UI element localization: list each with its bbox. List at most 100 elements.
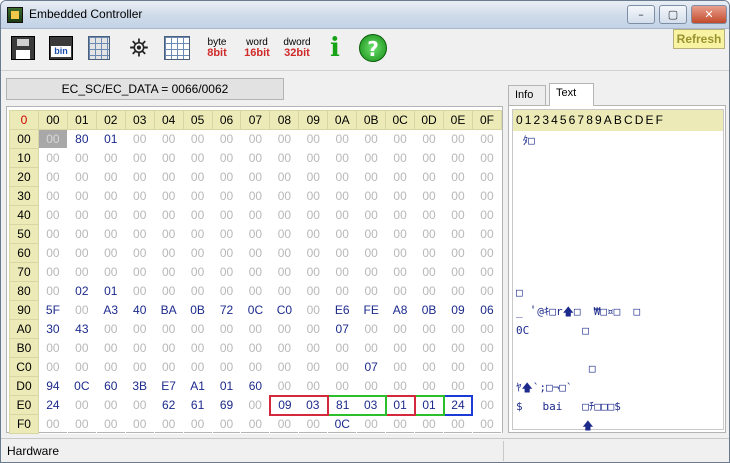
hex-cell[interactable]: 00 [124,148,155,168]
hex-cell[interactable]: E7 [153,376,184,396]
hex-cell[interactable]: 00 [211,319,242,339]
hex-cell[interactable]: 00 [95,262,126,282]
hex-cell[interactable]: 00 [95,243,126,263]
hex-cell[interactable]: 00 [66,148,97,168]
hex-cell[interactable]: 00 [298,186,329,206]
hex-cell[interactable]: 00 [124,319,155,339]
hex-cell[interactable]: 00 [385,186,416,206]
hex-cell[interactable]: BA [153,300,184,320]
hex-cell[interactable]: 00 [37,338,68,358]
hex-cell[interactable]: 00 [124,357,155,377]
hex-cell[interactable]: 00 [240,148,271,168]
hex-cell[interactable]: 24 [37,395,68,415]
hex-cell[interactable]: 00 [298,224,329,244]
hex-cell[interactable]: 00 [211,338,242,358]
hex-cell[interactable]: 00 [95,148,126,168]
hex-cell[interactable]: 00 [124,167,155,187]
hex-cell[interactable]: 00 [37,148,68,168]
hex-cell[interactable]: 00 [356,186,387,206]
hex-cell[interactable]: 00 [443,262,473,282]
hex-cell[interactable]: 00 [95,319,126,339]
hex-cell[interactable]: 09 [268,394,299,416]
hex-cell[interactable]: 00 [182,224,213,244]
save-bin-button[interactable]: bin [45,32,77,64]
hex-cell[interactable]: 00 [471,148,503,168]
hex-cell[interactable]: 00 [182,281,213,301]
hex-cell[interactable]: 80 [66,129,97,149]
hex-cell[interactable]: 00 [37,414,68,434]
hex-cell[interactable]: 00 [269,167,300,187]
hex-cell[interactable]: 00 [124,129,155,149]
load-button[interactable] [83,32,115,64]
hex-cell[interactable]: 94 [37,376,68,396]
hex-cell[interactable]: 00 [153,129,184,149]
hex-cell[interactable]: 00 [66,186,97,206]
hex-cell[interactable]: A8 [385,300,416,320]
hex-cell[interactable]: 00 [240,319,271,339]
hex-cell[interactable]: 00 [269,224,300,244]
hex-cell[interactable]: 00 [37,281,68,301]
hex-cell[interactable]: 00 [471,319,503,339]
hex-cell[interactable]: 00 [356,414,387,434]
hex-cell[interactable]: 00 [385,224,416,244]
hex-cell[interactable]: 00 [37,129,68,149]
hex-cell[interactable]: 00 [443,129,473,149]
hex-cell[interactable]: 00 [471,224,503,244]
hex-cell[interactable]: 00 [443,357,473,377]
hex-cell[interactable]: 00 [211,224,242,244]
hex-cell[interactable]: 00 [298,148,329,168]
hex-cell[interactable]: 00 [182,262,213,282]
hex-cell[interactable]: 01 [95,129,126,149]
grid-view-button[interactable] [161,32,193,64]
hex-cell[interactable]: 40 [124,300,155,320]
hex-cell[interactable]: 00 [471,376,503,396]
hex-cell[interactable]: 00 [443,224,473,244]
hex-cell[interactable]: 00 [182,148,213,168]
hex-cell[interactable]: 00 [269,357,300,377]
hex-cell[interactable]: 00 [356,129,387,149]
info-button[interactable]: i [319,32,351,64]
hex-cell[interactable]: 00 [37,167,68,187]
hex-cell[interactable]: 00 [471,395,503,415]
hex-cell[interactable]: 00 [443,167,473,187]
hex-cell[interactable]: 00 [298,376,329,396]
hex-cell[interactable]: 00 [211,148,242,168]
hex-cell[interactable]: 00 [414,262,445,282]
hex-cell[interactable]: 00 [240,357,271,377]
hex-cell[interactable]: 0C [327,414,358,434]
hex-cell[interactable]: 00 [269,414,300,434]
word-mode-button[interactable]: word 16bit [241,32,273,64]
hex-cell[interactable]: 00 [153,224,184,244]
hex-cell[interactable]: 00 [211,281,242,301]
hex-cell[interactable]: 00 [124,262,155,282]
hex-cell[interactable]: 00 [37,243,68,263]
hex-cell[interactable]: 00 [356,338,387,358]
hex-cell[interactable]: 00 [37,186,68,206]
hex-cell[interactable]: 00 [356,224,387,244]
hex-cell[interactable]: 00 [269,338,300,358]
hex-cell[interactable]: 00 [240,129,271,149]
hex-cell[interactable]: 00 [414,338,445,358]
hex-cell[interactable]: 00 [269,148,300,168]
hex-cell[interactable]: 00 [124,395,155,415]
hex-cell[interactable]: 02 [66,281,97,301]
hex-cell[interactable]: 00 [66,167,97,187]
hex-cell[interactable]: 00 [124,281,155,301]
hex-cell[interactable]: 0C [66,376,97,396]
hex-cell[interactable]: 00 [443,376,473,396]
hex-cell[interactable]: 00 [471,414,503,434]
hex-cell[interactable]: 07 [356,357,387,377]
hex-cell[interactable]: 00 [443,205,473,225]
hex-cell[interactable]: 00 [298,243,329,263]
hex-cell[interactable]: 00 [327,338,358,358]
hex-cell[interactable]: 00 [298,281,329,301]
hex-cell[interactable]: 00 [153,281,184,301]
hex-cell[interactable]: 00 [356,148,387,168]
hex-cell[interactable]: 00 [153,148,184,168]
hex-cell[interactable]: 00 [37,205,68,225]
hex-cell[interactable]: 00 [124,414,155,434]
hex-cell[interactable]: 00 [240,262,271,282]
hex-cell[interactable]: 00 [414,414,445,434]
hex-cell[interactable]: 00 [95,338,126,358]
hex-cell[interactable]: 00 [153,205,184,225]
